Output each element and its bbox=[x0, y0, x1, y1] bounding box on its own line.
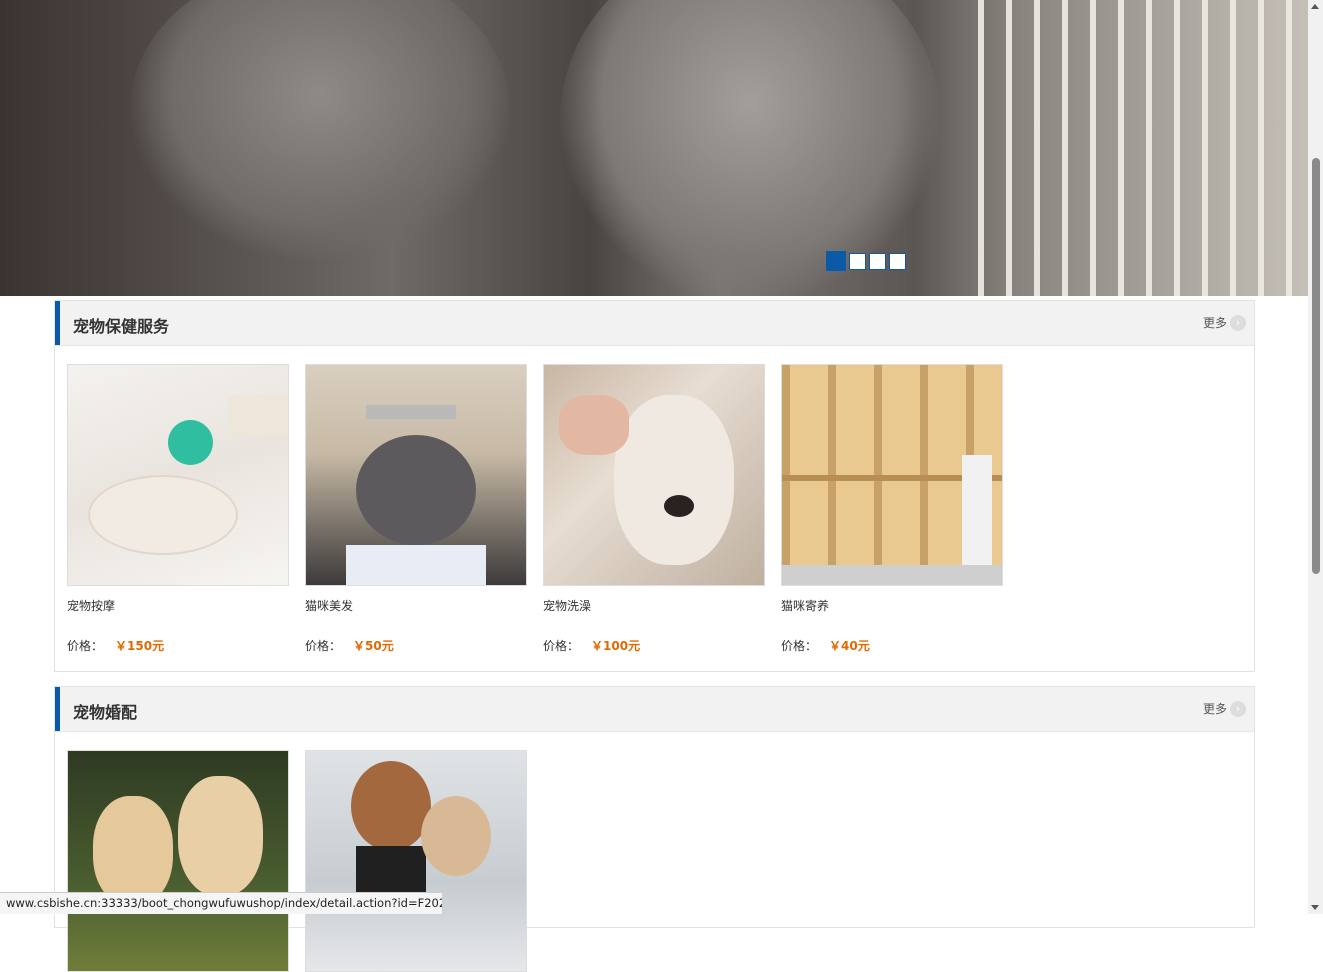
price-value: ￥150元 bbox=[115, 639, 165, 653]
banner-photo-cat-right bbox=[560, 0, 940, 296]
price-label: 价格： bbox=[781, 639, 818, 653]
product-image[interactable] bbox=[305, 750, 527, 972]
scrollbar-thumb[interactable] bbox=[1312, 158, 1320, 574]
product-image[interactable] bbox=[543, 364, 765, 586]
product-name[interactable]: 宠物按摩 bbox=[67, 597, 115, 614]
product-card[interactable]: 猫咪寄养 价格： ￥40元 bbox=[781, 364, 1003, 653]
price-row: 价格： ￥40元 bbox=[781, 637, 870, 654]
product-image[interactable] bbox=[67, 364, 289, 586]
section-accent-bar bbox=[55, 687, 60, 731]
product-card[interactable] bbox=[67, 750, 289, 972]
chevron-right-icon: › bbox=[1230, 700, 1246, 717]
more-label: 更多 bbox=[1202, 702, 1227, 716]
scroll-up-icon[interactable] bbox=[1311, 4, 1319, 9]
carousel-dot-1[interactable] bbox=[826, 251, 846, 271]
carousel-dot-2[interactable] bbox=[849, 253, 866, 270]
section-title: 宠物婚配 bbox=[73, 703, 138, 722]
section-title: 宠物保健服务 bbox=[73, 317, 170, 336]
price-label: 价格： bbox=[67, 639, 104, 653]
product-name[interactable]: 猫咪寄养 bbox=[781, 597, 829, 614]
product-card[interactable]: 宠物洗澡 价格： ￥100元 bbox=[543, 364, 765, 653]
price-row: 价格： ￥50元 bbox=[305, 637, 394, 654]
product-image[interactable] bbox=[67, 750, 289, 972]
product-card[interactable] bbox=[305, 750, 527, 972]
carousel-indicators bbox=[826, 251, 906, 271]
product-name[interactable]: 猫咪美发 bbox=[305, 597, 353, 614]
hero-banner[interactable] bbox=[0, 0, 1308, 296]
section-pet-health: 宠物保健服务 更多 › 宠物按摩 价格： ￥150元 猫咪美发 价格： ￥50元 bbox=[54, 300, 1255, 672]
banner-photo-cat-left bbox=[130, 0, 510, 260]
product-image[interactable] bbox=[781, 364, 1003, 586]
price-value: ￥40元 bbox=[829, 639, 870, 653]
price-row: 价格： ￥150元 bbox=[67, 637, 164, 654]
scroll-down-icon[interactable] bbox=[1311, 905, 1319, 910]
product-card[interactable]: 宠物按摩 价格： ￥150元 bbox=[67, 364, 289, 653]
price-label: 价格： bbox=[305, 639, 342, 653]
product-card[interactable]: 猫咪美发 价格： ￥50元 bbox=[305, 364, 527, 653]
carousel-dot-3[interactable] bbox=[869, 253, 886, 270]
price-value: ￥50元 bbox=[353, 639, 394, 653]
price-row: 价格： ￥100元 bbox=[543, 637, 640, 654]
chevron-right-icon: › bbox=[1230, 314, 1246, 331]
section-header: 宠物保健服务 更多 › bbox=[55, 301, 1254, 346]
page-scrollbar[interactable] bbox=[1308, 0, 1323, 914]
section-header: 宠物婚配 更多 › bbox=[55, 687, 1254, 732]
browser-status-url: www.csbishe.cn:33333/boot_chongwufuwusho… bbox=[0, 892, 443, 914]
more-link[interactable]: 更多 › bbox=[1203, 700, 1246, 717]
product-name[interactable]: 宠物洗澡 bbox=[543, 597, 591, 614]
product-image[interactable] bbox=[305, 364, 527, 586]
banner-cage bbox=[978, 0, 1308, 296]
section-accent-bar bbox=[55, 301, 60, 345]
more-label: 更多 bbox=[1202, 316, 1227, 330]
more-link[interactable]: 更多 › bbox=[1203, 314, 1246, 331]
price-value: ￥100元 bbox=[591, 639, 641, 653]
price-label: 价格： bbox=[543, 639, 580, 653]
carousel-dot-4[interactable] bbox=[889, 253, 906, 270]
